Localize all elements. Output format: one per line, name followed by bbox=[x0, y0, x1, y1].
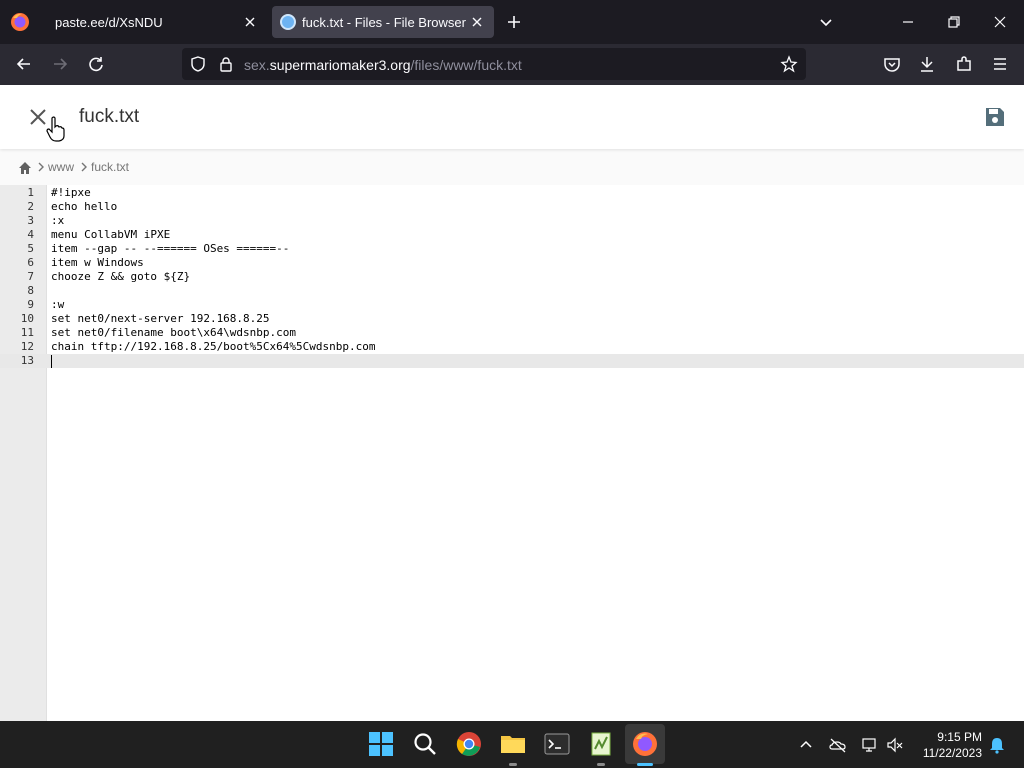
notification-bell-icon[interactable] bbox=[988, 736, 1006, 754]
url-text[interactable]: sex.supermariomaker3.org/files/www/fuck.… bbox=[244, 57, 522, 73]
editor-line[interactable]: 11 set net0/filename boot\x64\wdsnbp.com bbox=[0, 326, 1024, 340]
bookmark-star-icon[interactable] bbox=[780, 55, 798, 73]
url-prefix: sex. bbox=[244, 57, 270, 73]
line-number: 13 bbox=[20, 354, 34, 367]
notepad-plus-plus-icon[interactable] bbox=[588, 731, 614, 757]
line-number: 7 bbox=[27, 270, 34, 283]
line-number: 4 bbox=[27, 228, 34, 241]
windows-start-icon[interactable] bbox=[368, 731, 394, 757]
url-path: /files/www/fuck.txt bbox=[410, 57, 522, 73]
editor-line[interactable]: 9 :w bbox=[0, 298, 1024, 312]
volume-muted-icon[interactable] bbox=[886, 736, 904, 754]
line-number: 5 bbox=[27, 242, 34, 255]
editor-line[interactable]: 1 #!ipxe bbox=[0, 186, 1024, 200]
reload-icon[interactable] bbox=[86, 54, 106, 74]
editor-line[interactable]: 2 echo hello bbox=[0, 200, 1024, 214]
line-code[interactable]: :w bbox=[51, 298, 64, 312]
line-number: 2 bbox=[27, 200, 34, 213]
editor-line[interactable]: 5 item --gap -- --====== OSes ======-- bbox=[0, 242, 1024, 256]
line-number: 3 bbox=[27, 214, 34, 227]
line-number: 8 bbox=[27, 284, 34, 297]
tab-label: fuck.txt - Files - File Browser bbox=[302, 15, 466, 30]
network-icon[interactable] bbox=[861, 736, 879, 754]
clock-time: 9:15 PM bbox=[937, 730, 982, 744]
tab-label: paste.ee/d/XsNDU bbox=[55, 15, 163, 30]
downloads-icon[interactable] bbox=[917, 54, 937, 74]
editor-line[interactable]: 7 chooze Z && goto ${Z} bbox=[0, 270, 1024, 284]
pocket-icon[interactable] bbox=[882, 54, 902, 74]
chevron-right-icon bbox=[81, 162, 87, 172]
hand-cursor-icon bbox=[46, 116, 65, 142]
line-code[interactable]: echo hello bbox=[51, 200, 117, 214]
navigation-toolbar: sex.supermariomaker3.org/files/www/fuck.… bbox=[0, 44, 1024, 85]
app-running-indicator bbox=[509, 763, 517, 766]
close-tab-icon[interactable] bbox=[468, 13, 486, 31]
chevron-right-icon bbox=[38, 162, 44, 172]
editor-line[interactable]: 10 set net0/next-server 192.168.8.25 bbox=[0, 312, 1024, 326]
app-active-indicator bbox=[637, 763, 653, 766]
windows-taskbar: 9:15 PM 11/22/2023 bbox=[0, 721, 1024, 768]
code-editor[interactable]: 1 #!ipxe 2 echo hello 3 :x 4 menu CollabVM iPXE… bbox=[0, 185, 1024, 721]
url-domain: supermariomaker3.org bbox=[269, 57, 411, 73]
editor-line[interactable]: 4 menu CollabVM iPXE bbox=[0, 228, 1024, 242]
shield-icon[interactable] bbox=[189, 55, 207, 73]
editor-line[interactable]: 3 :x bbox=[0, 214, 1024, 228]
line-number: 1 bbox=[27, 186, 34, 199]
line-code[interactable]: chooze Z && goto ${Z} bbox=[51, 270, 190, 284]
home-icon[interactable] bbox=[17, 160, 33, 176]
restore-icon[interactable] bbox=[944, 12, 964, 32]
tab-paste[interactable]: paste.ee/d/XsNDU bbox=[43, 6, 267, 38]
breadcrumb: www fuck.txt bbox=[0, 151, 1024, 185]
firefox-taskbar-icon[interactable] bbox=[632, 731, 658, 757]
url-bar[interactable]: sex.supermariomaker3.org/files/www/fuck.… bbox=[182, 48, 806, 80]
line-number: 10 bbox=[20, 312, 34, 325]
clock-date: 11/22/2023 bbox=[922, 746, 982, 760]
onedrive-offline-icon[interactable] bbox=[829, 736, 847, 754]
editor-header: fuck.txt bbox=[0, 85, 1024, 149]
breadcrumb-item-file[interactable]: fuck.txt bbox=[91, 160, 129, 174]
page-title: fuck.txt bbox=[79, 106, 140, 127]
tab-file-browser[interactable]: fuck.txt - Files - File Browser bbox=[272, 6, 494, 38]
editor-line[interactable]: 13 bbox=[0, 354, 1024, 368]
line-code[interactable]: item w Windows bbox=[51, 256, 144, 270]
line-number: 12 bbox=[20, 340, 34, 353]
list-all-tabs-icon[interactable] bbox=[816, 12, 836, 32]
text-caret bbox=[51, 355, 52, 368]
tab-strip: paste.ee/d/XsNDU fuck.txt - Files - File… bbox=[0, 0, 1024, 44]
editor-line[interactable]: 6 item w Windows bbox=[0, 256, 1024, 270]
line-number: 6 bbox=[27, 256, 34, 269]
menu-icon[interactable] bbox=[990, 54, 1010, 74]
breadcrumb-item-www[interactable]: www bbox=[48, 160, 74, 174]
line-code[interactable]: set net0/next-server 192.168.8.25 bbox=[51, 312, 270, 326]
new-tab-icon[interactable] bbox=[504, 12, 524, 32]
search-icon[interactable] bbox=[412, 731, 438, 757]
close-window-icon[interactable] bbox=[990, 12, 1010, 32]
chrome-icon[interactable] bbox=[456, 731, 482, 757]
line-code[interactable]: chain tftp://192.168.8.25/boot%5Cx64%5Cw… bbox=[51, 340, 376, 354]
app-running-indicator bbox=[597, 763, 605, 766]
forward-icon[interactable] bbox=[50, 54, 70, 74]
terminal-icon[interactable] bbox=[544, 731, 570, 757]
editor-line[interactable]: 8 bbox=[0, 284, 1024, 298]
close-tab-icon[interactable] bbox=[241, 13, 259, 31]
line-number: 9 bbox=[27, 298, 34, 311]
minimize-icon[interactable] bbox=[898, 12, 918, 32]
system-clock[interactable]: 9:15 PM 11/22/2023 bbox=[912, 729, 982, 761]
line-code[interactable]: :x bbox=[51, 214, 64, 228]
line-code[interactable]: item --gap -- --====== OSes ======-- bbox=[51, 242, 289, 256]
save-button[interactable] bbox=[983, 105, 1007, 129]
chevron-up-icon[interactable] bbox=[797, 736, 815, 754]
file-browser-page: fuck.txt www fuck.txt 1 #!ipxe 2 echo hello… bbox=[0, 85, 1024, 721]
firefox-icon[interactable] bbox=[10, 12, 30, 32]
line-code[interactable]: set net0/filename boot\x64\wdsnbp.com bbox=[51, 326, 296, 340]
line-code[interactable]: menu CollabVM iPXE bbox=[51, 228, 170, 242]
file-explorer-icon[interactable] bbox=[500, 731, 526, 757]
line-number: 11 bbox=[20, 326, 34, 339]
editor-line[interactable]: 12 chain tftp://192.168.8.25/boot%5Cx64%5… bbox=[0, 340, 1024, 354]
lock-icon[interactable] bbox=[217, 55, 235, 73]
back-icon[interactable] bbox=[14, 54, 34, 74]
extensions-icon[interactable] bbox=[954, 54, 974, 74]
file-browser-favicon-icon bbox=[280, 14, 296, 30]
line-code[interactable]: #!ipxe bbox=[51, 186, 91, 200]
